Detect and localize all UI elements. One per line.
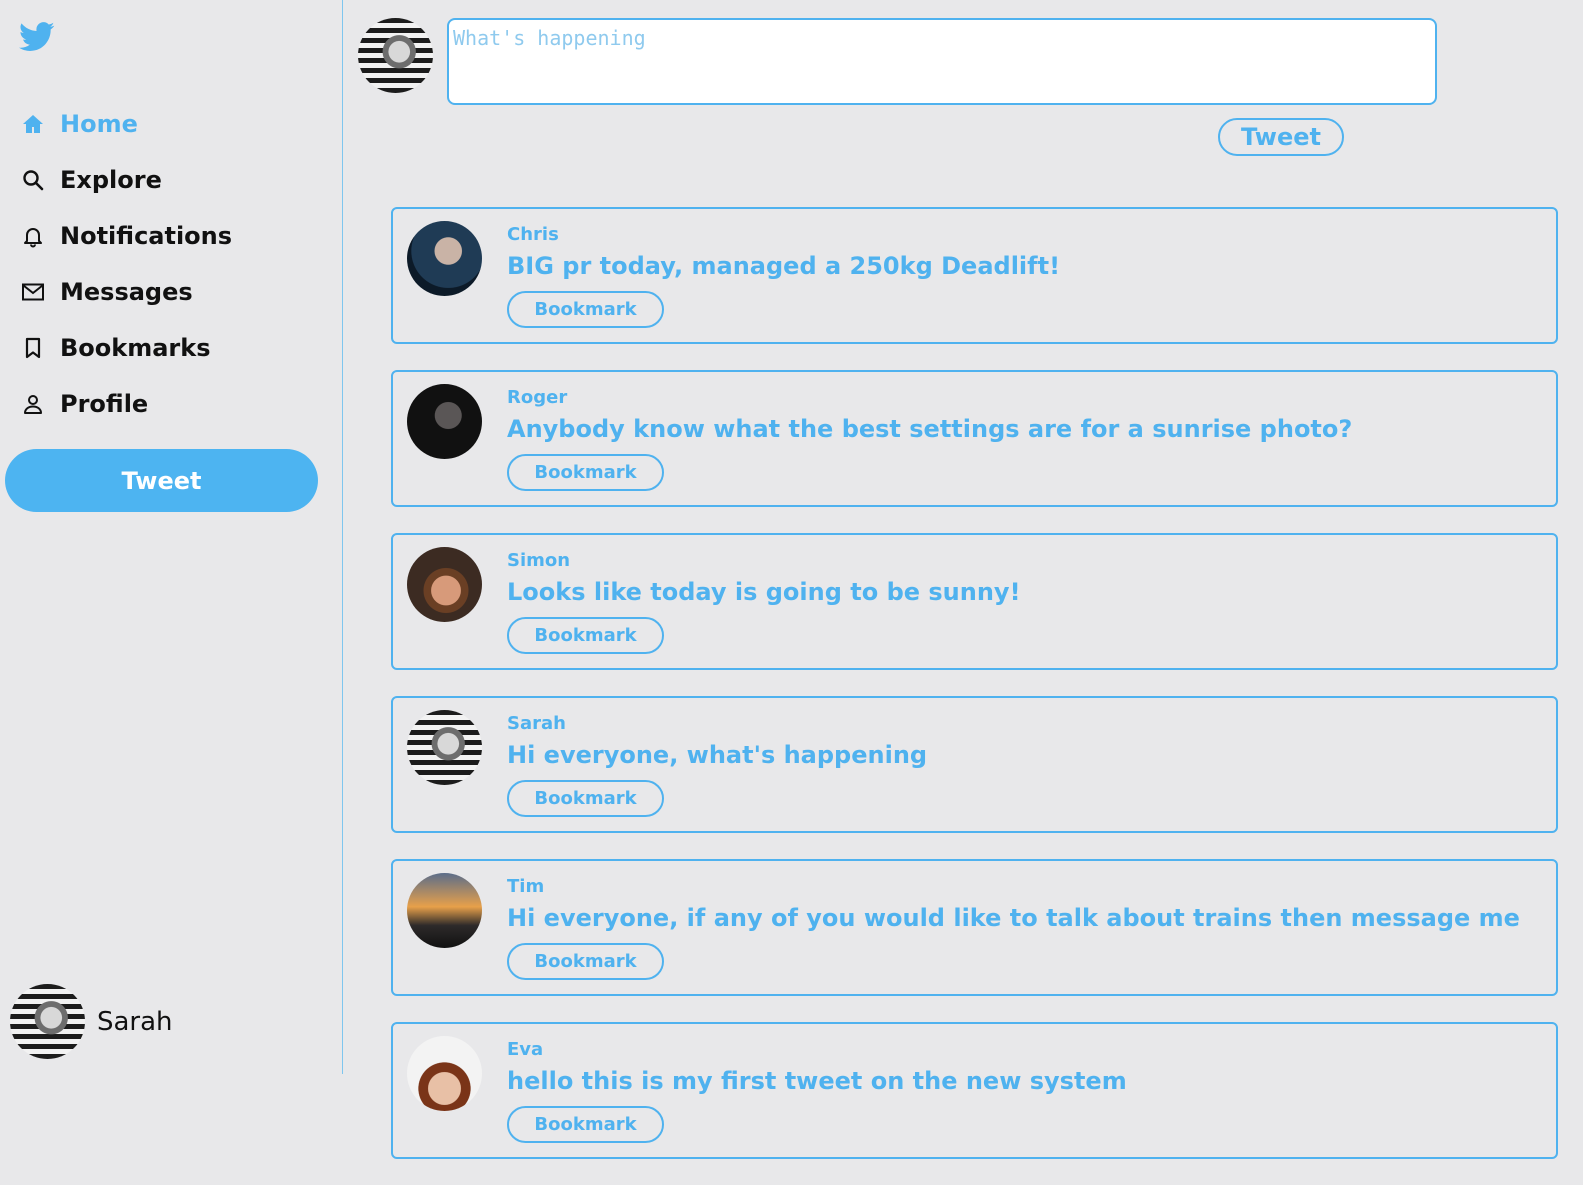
sidebar-tweet-button[interactable]: Tweet <box>5 449 318 512</box>
bookmark-button[interactable]: Bookmark <box>507 1106 664 1143</box>
nav-item-notifications[interactable]: Notifications <box>20 208 232 264</box>
bookmark-button[interactable]: Bookmark <box>507 454 664 491</box>
tweet-card: Chris BIG pr today, managed a 250kg Dead… <box>391 207 1558 344</box>
tweet-username[interactable]: Tim <box>507 877 1546 897</box>
avatar[interactable] <box>407 221 482 296</box>
bookmark-button[interactable]: Bookmark <box>507 943 664 980</box>
tweet-text: Anybody know what the best settings are … <box>507 415 1353 443</box>
nav-item-messages[interactable]: Messages <box>20 264 232 320</box>
bookmark-icon <box>20 335 46 361</box>
account-switcher[interactable]: Sarah <box>10 984 173 1059</box>
bookmark-button[interactable]: Bookmark <box>507 291 664 328</box>
composer-avatar <box>358 18 433 93</box>
tweet-text: Looks like today is going to be sunny! <box>507 578 1021 606</box>
bookmark-button[interactable]: Bookmark <box>507 617 664 654</box>
avatar[interactable] <box>407 384 482 459</box>
avatar <box>10 984 85 1059</box>
nav-item-profile[interactable]: Profile <box>20 376 232 432</box>
nav-label: Messages <box>60 278 193 306</box>
tweet-text: hello this is my first tweet on the new … <box>507 1067 1127 1095</box>
nav-item-bookmarks[interactable]: Bookmarks <box>20 320 232 376</box>
nav-item-explore[interactable]: Explore <box>20 152 232 208</box>
nav-label: Home <box>60 110 138 138</box>
tweet-username[interactable]: Eva <box>507 1040 1546 1060</box>
tweet-card: Roger Anybody know what the best setting… <box>391 370 1558 507</box>
nav-label: Bookmarks <box>60 334 211 362</box>
twitter-bird-icon[interactable] <box>19 22 55 52</box>
nav-item-home[interactable]: Home <box>20 96 232 152</box>
tweet-card: Eva hello this is my first tweet on the … <box>391 1022 1558 1159</box>
person-icon <box>20 391 46 417</box>
tweet-text: Hi everyone, if any of you would like to… <box>507 904 1520 932</box>
tweet-compose-input[interactable] <box>447 18 1437 105</box>
tweet-username[interactable]: Sarah <box>507 714 1546 734</box>
tweet-username[interactable]: Simon <box>507 551 1546 571</box>
tweet-text: Hi everyone, what's happening <box>507 741 928 769</box>
mail-icon <box>20 279 46 305</box>
home-icon <box>20 111 46 137</box>
avatar[interactable] <box>407 547 482 622</box>
current-user-name: Sarah <box>97 1006 173 1037</box>
nav-label: Explore <box>60 166 162 194</box>
compose-tweet-button[interactable]: Tweet <box>1218 118 1344 156</box>
search-icon <box>20 167 46 193</box>
tweet-card: Simon Looks like today is going to be su… <box>391 533 1558 670</box>
bell-icon <box>20 223 46 249</box>
main-nav: Home Explore Notifications Messages Book… <box>20 96 232 432</box>
tweet-username[interactable]: Roger <box>507 388 1546 408</box>
avatar[interactable] <box>407 873 482 948</box>
tweet-card: Sarah Hi everyone, what's happening Book… <box>391 696 1558 833</box>
tweet-text: BIG pr today, managed a 250kg Deadlift! <box>507 252 1061 280</box>
nav-label: Notifications <box>60 222 233 250</box>
nav-label: Profile <box>60 390 149 418</box>
tweet-username[interactable]: Chris <box>507 225 1546 245</box>
sidebar: Home Explore Notifications Messages Book… <box>0 0 343 1074</box>
tweet-card: Tim Hi everyone, if any of you would lik… <box>391 859 1558 996</box>
avatar[interactable] <box>407 710 482 785</box>
bookmark-button[interactable]: Bookmark <box>507 780 664 817</box>
tweet-feed: Chris BIG pr today, managed a 250kg Dead… <box>391 207 1558 1185</box>
